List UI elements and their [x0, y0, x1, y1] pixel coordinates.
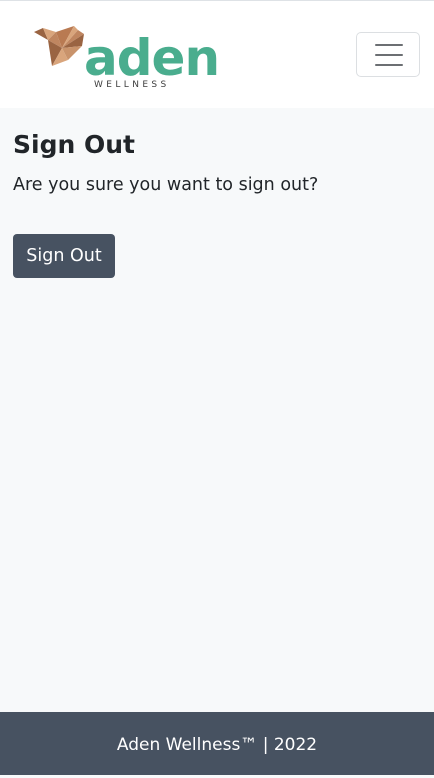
navbar: aden WELLNESS [0, 1, 434, 108]
brand-logo[interactable]: aden WELLNESS [34, 20, 244, 92]
footer-copyright: Aden Wellness™ | 2022 [116, 735, 318, 755]
page-title: Sign Out [13, 130, 135, 159]
sign-out-button[interactable]: Sign Out [13, 234, 115, 278]
brand-wordmark: aden [84, 29, 219, 87]
footer: Aden Wellness™ | 2022 [0, 712, 434, 775]
signout-confirmation-text: Are you sure you want to sign out? [13, 175, 319, 195]
hamburger-menu-icon [375, 44, 403, 66]
menu-toggle-button[interactable] [356, 32, 420, 77]
origami-bird-icon [34, 26, 84, 66]
logo-graphic: aden WELLNESS [34, 26, 220, 90]
brand-tagline: WELLNESS [94, 80, 170, 90]
